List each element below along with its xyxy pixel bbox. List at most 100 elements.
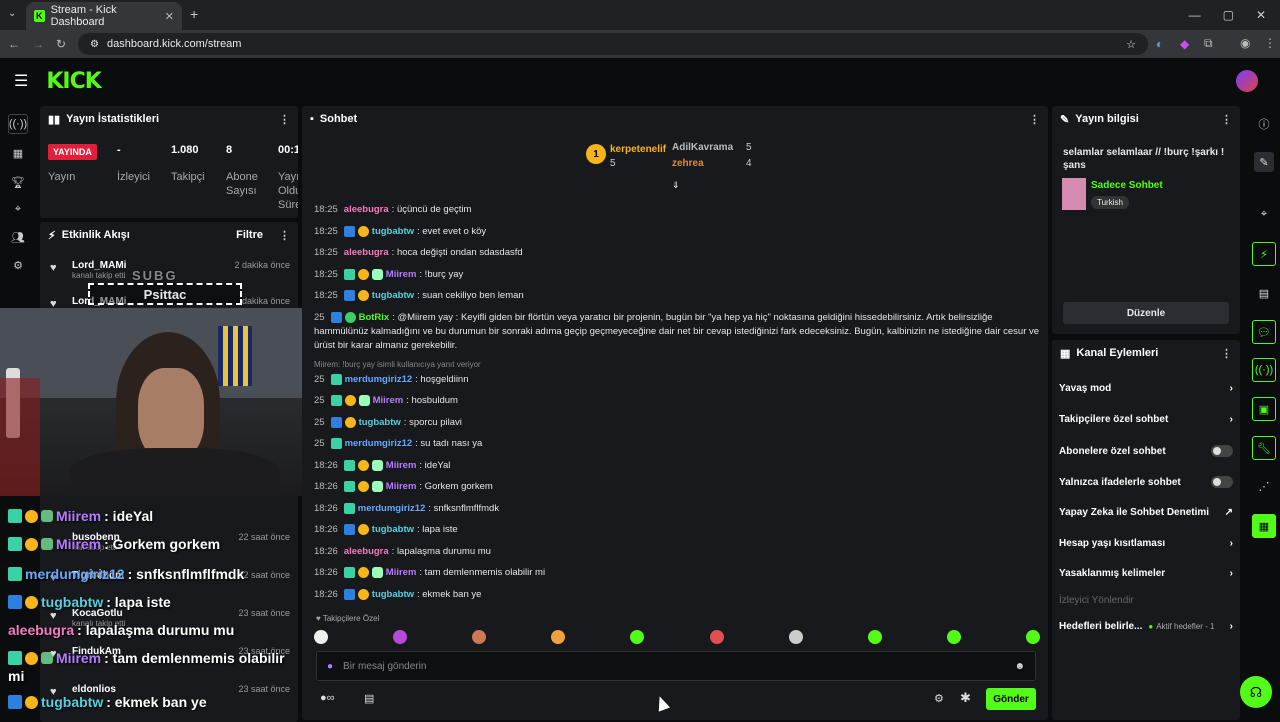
slow-mode-row[interactable]: Yavaş mod › <box>1059 383 1233 394</box>
info-menu-icon[interactable]: ⋮ <box>1221 113 1232 126</box>
profile-icon[interactable]: ◉ <box>1240 36 1250 50</box>
emote-8-icon[interactable] <box>867 630 882 644</box>
scroll-down-icon[interactable]: ⇓ <box>672 180 680 191</box>
followers-only-row[interactable]: Takipçilere özel sohbet › <box>1059 414 1233 425</box>
address-bar-row: ← → ↻ ⚙ dashboard.kick.com/stream ☆ ◐ ◆ … <box>0 30 1280 58</box>
emote-5-icon[interactable] <box>630 630 645 644</box>
subg-overlay-text: SUBG <box>132 268 178 283</box>
store-icon[interactable]: ▤ <box>364 692 374 705</box>
emote-9-icon[interactable] <box>946 630 961 644</box>
banned-words-row[interactable]: Yasaklanmış kelimeler › <box>1059 568 1233 579</box>
subscribers-only-row[interactable]: Abonelere özel sohbet <box>1059 445 1233 457</box>
chat-bubble-icon: ▪ <box>310 113 314 125</box>
category-name[interactable]: Sadece Sohbet <box>1091 180 1163 191</box>
channel-actions-panel: ▦ Kanal Eylemleri ⋮ Yavaş mod › Takipçile… <box>1052 340 1240 720</box>
chat-message: 18:25 aleebugra: üçüncü de geçtim <box>314 204 472 215</box>
notes-nav-icon[interactable]: ▤ <box>1254 283 1274 303</box>
chat-message: 25 Miirem: hosbuldum <box>314 395 458 406</box>
subscribers-only-toggle[interactable] <box>1211 445 1233 457</box>
app-nav-icon[interactable]: ▦ <box>1252 514 1276 538</box>
user-avatar[interactable] <box>1236 70 1258 92</box>
emotes-only-toggle[interactable] <box>1211 476 1233 488</box>
target-nav-icon[interactable]: ⌖ <box>1254 204 1274 224</box>
gifter-3-name[interactable]: zehrea <box>672 158 704 169</box>
emote-2-icon[interactable] <box>393 630 408 644</box>
chat-message: 18:25 Miirem: !burç yay <box>314 269 464 280</box>
broadcast-nav-icon[interactable]: ((·)) <box>1252 358 1276 382</box>
gifter-2-name[interactable]: AdilKavrama <box>672 142 733 153</box>
browser-tab[interactable]: K Stream - Kick Dashboard ✕ <box>26 2 182 30</box>
emotes-only-row[interactable]: Yalnızca ifadelerle sohbet <box>1059 476 1233 488</box>
viewers-label: İzleyici <box>117 171 151 183</box>
chat-message: 18:25 tugbabtw: suan cekiliyo ben leman <box>314 290 524 301</box>
overlay-line: Miirem: ideYal <box>8 508 153 524</box>
chat-nav-icon[interactable]: 💬︎ <box>1252 320 1276 344</box>
activity-nav-icon[interactable]: ⚡︎ <box>1252 242 1276 266</box>
extension-2-icon[interactable]: ◆ <box>1180 37 1189 51</box>
tab-search-icon[interactable]: ⌄ <box>8 8 16 19</box>
close-window-icon[interactable]: ✕ <box>1256 8 1266 22</box>
activity-menu-icon[interactable]: ⋮ <box>279 229 290 242</box>
duration-label: Yayın Oldu Süre <box>278 171 298 211</box>
emote-4-icon[interactable] <box>551 630 566 644</box>
new-tab-icon[interactable]: + <box>190 6 198 22</box>
filter-button[interactable]: Filtre <box>236 229 263 241</box>
emoji-icon[interactable]: ☻ <box>1014 661 1025 672</box>
followers-label: Takipçi <box>171 171 205 183</box>
account-age-row[interactable]: Hesap yaşı kısıtlaması › <box>1059 538 1233 549</box>
chat-header: ▪ Sohbet ⋮ <box>302 106 1048 132</box>
actions-menu-icon[interactable]: ⋮ <box>1221 347 1232 360</box>
video-nav-icon[interactable]: ▣ <box>1252 397 1276 421</box>
kick-logo[interactable]: KICK <box>46 69 101 94</box>
extension-icon[interactable]: ◐ <box>1156 37 1163 51</box>
tab-close-icon[interactable]: ✕ <box>165 10 174 23</box>
reload-icon[interactable]: ↻ <box>56 37 66 51</box>
chat-input[interactable]: ● Bir mesaj gönderin ☻ <box>316 651 1036 681</box>
chat-message: 25 BotRix: @Miirem yay : Keyifli giden bi… <box>314 312 993 323</box>
support-headset-icon[interactable]: ☊ <box>1240 676 1272 708</box>
settings-nav-icon[interactable]: ⚙ <box>8 255 28 275</box>
chevron-right-icon: › <box>1229 538 1233 549</box>
rewards-icon[interactable]: ✱ <box>960 690 971 706</box>
trophy-nav-icon[interactable]: 🏆︎ <box>8 172 28 192</box>
emote-3-icon[interactable] <box>472 630 487 644</box>
emote-ghost-icon[interactable] <box>314 630 328 644</box>
hamburger-menu-icon[interactable]: ☰ <box>14 71 28 91</box>
minimize-icon[interactable]: — <box>1189 8 1201 22</box>
tools-nav-icon[interactable]: 🔧︎ <box>1252 436 1276 460</box>
community-nav-icon[interactable]: 👥︎ <box>8 227 28 247</box>
chair-shape <box>0 378 40 496</box>
emote-6-icon[interactable] <box>709 630 724 644</box>
info-nav-icon[interactable]: ⓘ <box>1254 114 1274 134</box>
browser-menu-icon[interactable]: ⋮ <box>1264 36 1276 50</box>
goals-row[interactable]: Hedefleri belirle... ● Aktif hedefler - 1 › <box>1059 621 1233 632</box>
edit-button[interactable]: Düzenle <box>1063 302 1229 324</box>
extensions-icon[interactable]: ⧉ <box>1204 36 1213 51</box>
send-button[interactable]: Gönder <box>986 688 1036 710</box>
site-info-icon[interactable]: ⚙ <box>90 39 99 50</box>
points-icon[interactable]: ●∞ <box>320 692 335 704</box>
gifter-1-name[interactable]: kerpetenelif <box>610 144 666 155</box>
chat-menu-icon[interactable]: ⋮ <box>1029 113 1040 126</box>
chat-settings-icon[interactable]: ⚙ <box>934 692 944 705</box>
emote-7-icon[interactable] <box>788 630 803 644</box>
browser-tab-bar: ⌄ K Stream - Kick Dashboard ✕ + — ▢ ✕ <box>0 0 1280 30</box>
maximize-icon[interactable]: ▢ <box>1223 8 1234 22</box>
stream-nav-icon[interactable]: ((·)) <box>8 114 28 134</box>
stats-menu-icon[interactable]: ⋮ <box>279 113 290 126</box>
forward-icon[interactable]: → <box>32 37 44 51</box>
chat-message: 25 tugbabtw: sporcu pilavi <box>314 417 462 428</box>
back-icon[interactable]: ← <box>8 37 20 51</box>
moderation-nav-icon[interactable]: ⌖ <box>8 199 28 219</box>
chat-message-cont: hammülünüz kalmadığını ve bu durumun bir… <box>314 326 1040 337</box>
share-nav-icon[interactable]: ⋰ <box>1254 476 1274 496</box>
emote-10-icon[interactable] <box>1025 630 1040 644</box>
ai-moderation-row[interactable]: Yapay Zeka ile Sohbet Denetimi ↗ <box>1059 507 1233 518</box>
dashboard-nav-icon[interactable]: ▦ <box>8 143 28 163</box>
url-field[interactable]: ⚙ dashboard.kick.com/stream ☆ <box>78 33 1148 55</box>
bookmark-star-icon[interactable]: ☆ <box>1126 38 1136 51</box>
edit-nav-icon[interactable]: ✎ <box>1254 152 1274 172</box>
mic-icon[interactable]: ● <box>327 661 333 672</box>
category-thumbnail <box>1062 178 1086 210</box>
overlay-line: mi <box>8 668 25 684</box>
